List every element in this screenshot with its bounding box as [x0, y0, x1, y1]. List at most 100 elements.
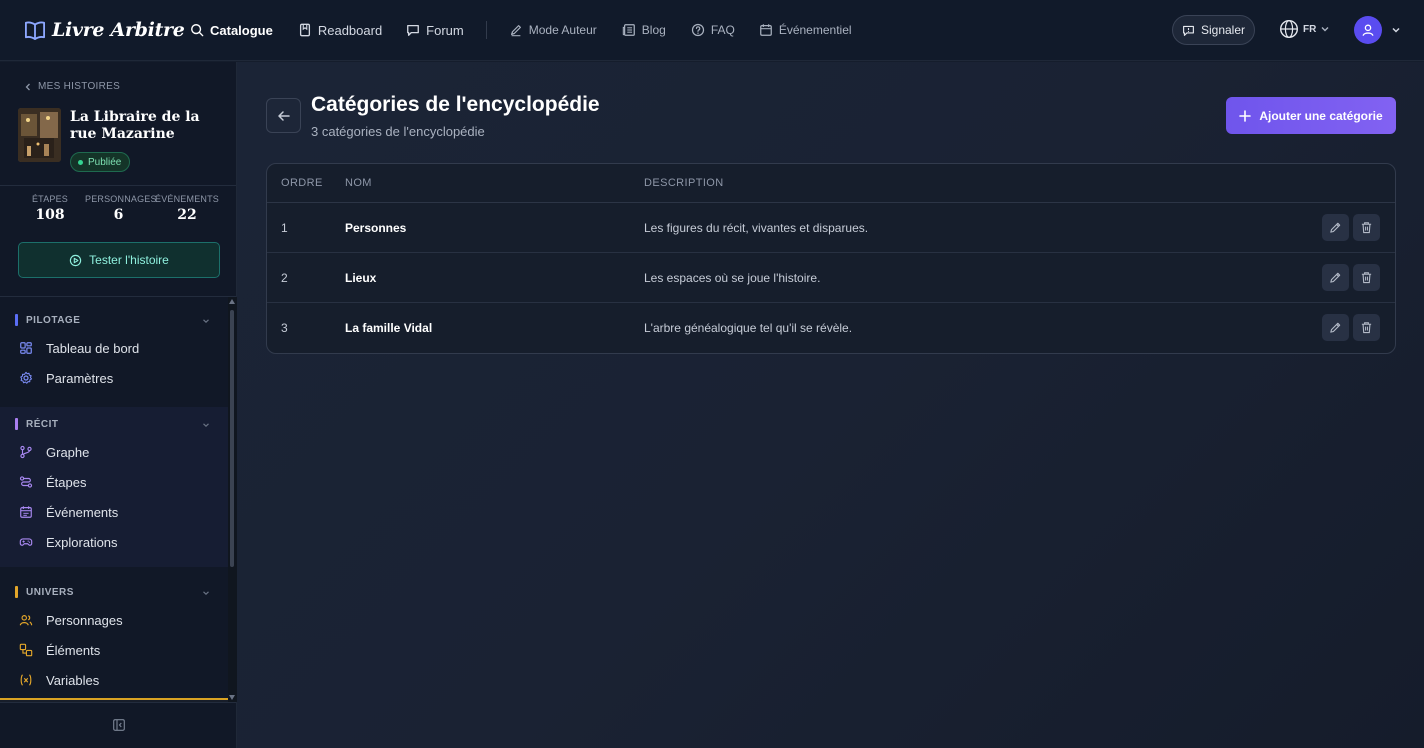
pencil-icon	[1330, 222, 1341, 233]
back-button[interactable]	[266, 98, 301, 133]
stat-label: ÉTAPES	[31, 194, 69, 204]
stat-value: 22	[177, 207, 197, 223]
section-title: PILOTAGE	[26, 314, 81, 326]
main-nav: Catalogue Readboard Forum Mode Auteur Bl…	[190, 0, 852, 61]
sidebar-item-elements[interactable]: Éléments	[0, 635, 228, 665]
status-label: Publiée	[88, 156, 122, 168]
sidebar-item-evenements[interactable]: Événements	[0, 497, 228, 527]
row-order: 1	[281, 221, 288, 235]
sidebar-item-explorations[interactable]: Explorations	[0, 527, 228, 557]
chevron-down-icon	[1321, 27, 1329, 32]
delete-button[interactable]	[1353, 214, 1380, 241]
stat-value: 6	[113, 207, 124, 223]
column-header-name[interactable]: NOM	[345, 177, 372, 189]
sidebar-item-etapes[interactable]: Étapes	[0, 467, 228, 497]
table-header: ORDRE NOM DESCRIPTION	[267, 164, 1395, 203]
delete-button[interactable]	[1353, 264, 1380, 291]
stat-value: 108	[35, 207, 65, 223]
table-row[interactable]: 2 Lieux Les espaces où se joue l'histoir…	[267, 253, 1395, 303]
column-header-order[interactable]: ORDRE	[281, 177, 323, 189]
stat-label: PERSONNAGES	[85, 194, 157, 204]
trash-icon	[1361, 222, 1372, 234]
categories-table: ORDRE NOM DESCRIPTION 1 Personnes Les fi…	[266, 163, 1396, 354]
section-header-univers[interactable]: UNIVERS	[0, 579, 228, 605]
collapse-sidebar-icon[interactable]	[113, 719, 125, 731]
nav-faq-label: FAQ	[710, 23, 735, 37]
chat-icon	[407, 24, 420, 36]
sidebar-item-graphe[interactable]: Graphe	[0, 437, 228, 467]
section-recit: RÉCIT Graphe Étapes Événements Explorati…	[0, 411, 228, 557]
table-row[interactable]: 1 Personnes Les figures du récit, vivant…	[267, 203, 1395, 253]
trash-icon	[1361, 272, 1372, 284]
help-icon	[691, 23, 704, 37]
bookmark-icon	[299, 23, 310, 37]
row-name: Lieux	[345, 271, 377, 285]
table-row[interactable]: 3 La famille Vidal L'arbre généalogique …	[267, 303, 1395, 353]
nav-forum[interactable]: Forum	[406, 0, 464, 61]
scroll-down-arrow-icon[interactable]	[229, 695, 235, 700]
nav-blog[interactable]: Blog	[622, 0, 666, 61]
edit-button[interactable]	[1322, 214, 1349, 241]
edit-button[interactable]	[1322, 264, 1349, 291]
nav-catalogue[interactable]: Catalogue	[190, 0, 273, 61]
row-name: Personnes	[345, 221, 407, 235]
avatar[interactable]	[1354, 16, 1382, 44]
edit-button[interactable]	[1322, 314, 1349, 341]
brand-logo[interactable]: Livre Arbitre	[24, 19, 190, 41]
calendar-icon	[20, 506, 32, 518]
variable-icon	[20, 674, 32, 686]
section-header-recit[interactable]: RÉCIT	[0, 411, 228, 437]
story-title: La Libraire de la rue Mazarine	[70, 109, 200, 142]
nav-evenementiel[interactable]: Événementiel	[759, 0, 852, 61]
users-icon	[19, 615, 33, 626]
nav-mode-auteur[interactable]: Mode Auteur	[509, 0, 597, 61]
section-accent-bar	[15, 418, 18, 430]
scroll-up-arrow-icon[interactable]	[229, 299, 235, 304]
top-bar: Livre Arbitre Catalogue Readboard Forum …	[0, 0, 1424, 61]
sidebar-item-label: Événements	[46, 504, 119, 520]
chevron-down-icon	[203, 423, 209, 428]
stat-label: ÉVÉNEMENTS	[155, 194, 220, 204]
report-button[interactable]: Signaler	[1172, 15, 1255, 45]
main-content: Catégories de l'encyclopédie 3 catégorie…	[237, 62, 1424, 748]
page-subtitle: 3 catégories de l'encyclopédie	[311, 124, 485, 139]
account-chevron-down-icon[interactable]	[1391, 25, 1401, 35]
my-stories-link[interactable]: MES HISTOIRES	[24, 81, 120, 92]
row-order: 2	[281, 271, 288, 285]
section-accent-bar	[15, 586, 18, 598]
nav-readboard-label: Readboard	[317, 22, 383, 38]
section-header-pilotage[interactable]: PILOTAGE	[0, 307, 228, 333]
language-selector[interactable]: FR	[1279, 19, 1330, 39]
stat-etapes: ÉTAPES 108	[18, 194, 82, 223]
sidebar-item-tableau-de-bord[interactable]: Tableau de bord	[0, 333, 228, 363]
delete-button[interactable]	[1353, 314, 1380, 341]
sidebar-item-parametres[interactable]: Paramètres	[0, 363, 228, 393]
sidebar-item-label: Tableau de bord	[46, 340, 140, 356]
sidebar-item-label: Étapes	[46, 474, 87, 490]
nav-readboard[interactable]: Readboard	[298, 0, 382, 61]
status-dot	[78, 159, 83, 165]
sidebar-item-personnages[interactable]: Personnages	[0, 605, 228, 635]
test-story-button[interactable]: Tester l'histoire	[18, 242, 220, 278]
graph-icon	[20, 445, 32, 459]
cover-illustration	[18, 108, 61, 162]
row-description: Les espaces où se joue l'histoire.	[644, 271, 821, 285]
divider	[0, 185, 236, 186]
my-stories-label: MES HISTOIRES	[38, 81, 121, 92]
sidebar-item-label: Graphe	[46, 444, 90, 460]
nav-divider	[485, 21, 487, 39]
chevron-down-icon	[203, 319, 209, 324]
flag-message-icon	[1183, 25, 1194, 36]
column-header-description[interactable]: DESCRIPTION	[644, 177, 724, 189]
trash-icon	[1361, 322, 1372, 334]
add-category-button[interactable]: Ajouter une catégorie	[1226, 97, 1396, 134]
nav-faq[interactable]: FAQ	[691, 0, 735, 61]
sidebar-item-variables[interactable]: Variables	[0, 665, 228, 695]
pencil-icon	[1330, 272, 1341, 283]
sidebar-scrollbar-thumb[interactable]	[230, 310, 234, 567]
row-name: La famille Vidal	[345, 321, 433, 335]
user-icon	[1362, 24, 1374, 36]
nav-catalogue-label: Catalogue	[210, 22, 273, 38]
test-story-label: Tester l'histoire	[89, 253, 169, 267]
sidebar-item-label: Paramètres	[46, 370, 114, 386]
